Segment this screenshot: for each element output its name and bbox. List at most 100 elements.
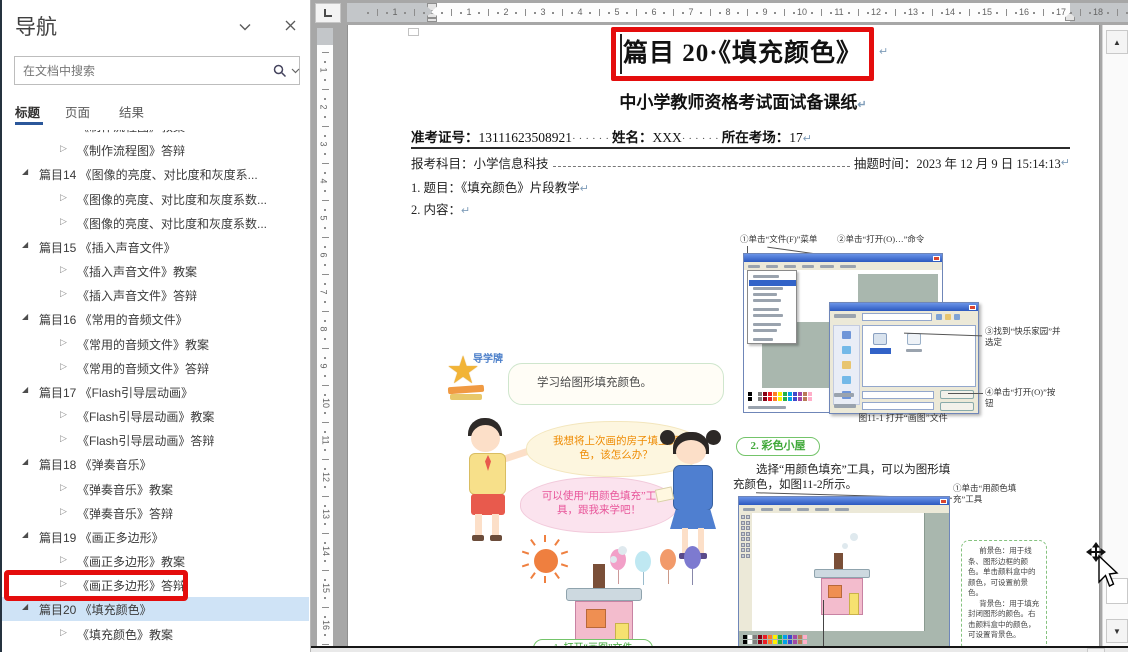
expand-triangle-icon[interactable]: ▷: [60, 554, 67, 565]
expand-triangle-icon[interactable]: ▷: [60, 288, 67, 299]
nav-tree-item[interactable]: ◢篇目16 《常用的音频文件》: [2, 307, 309, 331]
illegible-text-smudge: [815, 508, 829, 511]
nav-item-label: 篇目19 《画正多边形》: [39, 529, 164, 546]
h-ruler-number: 17: [1056, 7, 1066, 17]
collapse-triangle-icon[interactable]: ◢: [22, 530, 28, 539]
nav-tree-item[interactable]: ▷《图像的亮度、对比度和灰度系数...: [2, 211, 309, 235]
nav-tree-item[interactable]: ▷ 《常用的音频文件》答辩: [2, 356, 309, 380]
nav-tree-item[interactable]: ▷《制作流程图》答辩: [2, 138, 309, 162]
selected-file-label: [870, 348, 891, 354]
h-ruler-tick: [534, 12, 536, 14]
v-ruler-number: 14: [321, 546, 331, 556]
paragraph-mark: ↵: [803, 133, 812, 145]
nav-tree-item[interactable]: ▷《常用的音频文件》教案: [2, 332, 309, 356]
expand-triangle-icon[interactable]: ▷: [60, 264, 67, 275]
nav-tree-item[interactable]: ▷《Flash引导层动画》教案: [2, 404, 309, 428]
document-page[interactable]: 篇目 20·《填充颜色》 ↵ 中小学教师资格考试面试备课纸↵ 准考证号：1311…: [347, 25, 1100, 652]
nav-tree-item[interactable]: ▷《Flash引导层动画》答辩: [2, 428, 309, 452]
expand-triangle-icon[interactable]: ▷: [60, 433, 67, 444]
h-ruler-tick: [460, 12, 462, 14]
expand-triangle-icon[interactable]: ▷: [60, 482, 67, 493]
paint2-canvas: [752, 513, 925, 631]
tab-results[interactable]: 结果: [119, 102, 144, 121]
nav-tree-item[interactable]: ▷《插入声音文件》答辩: [2, 283, 309, 307]
tab-pages[interactable]: 页面: [65, 102, 90, 121]
open-dialog: [829, 302, 979, 414]
nav-tree-item[interactable]: ▷《插入声音文件》教案: [2, 259, 309, 283]
balloon: [684, 546, 701, 569]
illegible-text-smudge: [753, 314, 783, 317]
nav-item-label: 《常用的音频文件》答辩: [77, 360, 209, 377]
nav-tree-item[interactable]: ▷《填充颜色》答辩: [2, 646, 309, 652]
illegible-text-smudge: [820, 265, 834, 268]
palette-color-swatch: [778, 392, 782, 396]
tab-stop-selector[interactable]: [315, 3, 341, 23]
v-ruler-tick: [324, 264, 326, 266]
h-ruler-tick: [478, 12, 480, 14]
content-line: 2. 内容：↵: [411, 199, 470, 218]
horizontal-ruler[interactable]: 1123456789101112131415161718: [347, 3, 1128, 22]
sun-ray: [554, 572, 560, 579]
tab-headings[interactable]: 标题: [15, 102, 40, 121]
ruler-page-width-region: [432, 3, 1070, 22]
boy-shoe: [490, 535, 502, 541]
nav-tree-item[interactable]: ◢篇目14 《图像的亮度、对比度和灰度系...: [2, 162, 309, 186]
left-indent-marker[interactable]: [427, 18, 437, 22]
expand-triangle-icon[interactable]: ▷: [60, 409, 67, 420]
expand-triangle-icon[interactable]: ▷: [60, 143, 67, 154]
expand-triangle-icon[interactable]: ▷: [60, 506, 67, 517]
v-ruler-tick: [324, 116, 326, 118]
house-window: [586, 609, 606, 628]
collapse-triangle-icon[interactable]: ◢: [22, 457, 28, 466]
expand-triangle-icon[interactable]: ▷: [60, 192, 67, 203]
expand-triangle-icon[interactable]: ▷: [60, 361, 67, 372]
fig1-callout-3: ③找到“快乐家园”并选定: [985, 326, 1063, 348]
sun-ray: [530, 572, 536, 579]
h-ruler-number: 1: [392, 7, 397, 17]
color-tip-box: 前景色：用于线条、图形边框的颜色。单击颜料盒中的颜色，可设置前景色。 背景色：用…: [961, 540, 1047, 652]
expand-triangle-icon[interactable]: ▷: [60, 216, 67, 227]
exam-info-line: 准考证号：13111623508921······姓名：XXX······所在考…: [411, 126, 1071, 146]
h-ruler-tick: [867, 12, 869, 14]
fig1-callout-1: ①单击“文件(F)”菜单: [740, 234, 840, 245]
boy-shoe: [472, 535, 484, 541]
nav-tree-item[interactable]: ▷《图像的亮度、对比度和灰度系数...: [2, 187, 309, 211]
scroll-down-button[interactable]: ▼: [1106, 619, 1128, 643]
collapse-triangle-icon[interactable]: ◢: [22, 312, 28, 321]
file-type-field: [862, 402, 934, 410]
nav-tree-item[interactable]: ▷《填充颜色》教案: [2, 622, 309, 646]
nav-tree-item[interactable]: ◢ 篇目19 《画正多边形》: [2, 525, 309, 549]
collapse-triangle-icon[interactable]: ◢: [22, 385, 28, 394]
file-icon: [873, 333, 887, 345]
nav-tree-item[interactable]: ▷《弹奏音乐》教案: [2, 477, 309, 501]
collapse-triangle-icon[interactable]: ◢: [22, 602, 28, 611]
h-ruler-number: 14: [945, 7, 955, 17]
collapse-triangle-icon[interactable]: ◢: [22, 240, 28, 249]
palette-color-swatch: [763, 397, 767, 401]
nav-tree-item[interactable]: ◢篇目15 《插入声音文件》: [2, 235, 309, 259]
file-name-field: [862, 391, 934, 399]
nav-tree-item[interactable]: ▷《弹奏音乐》答辩: [2, 501, 309, 525]
tool-icon: [746, 543, 750, 547]
scroll-up-button[interactable]: ▲: [1106, 30, 1128, 54]
nav-tree-item[interactable]: ◢篇目17 《Flash引导层动画》: [2, 380, 309, 404]
nav-pane-options-chevron-icon[interactable]: [234, 16, 256, 38]
collapse-triangle-icon[interactable]: ◢: [22, 167, 28, 176]
nav-tree-item[interactable]: ▷《制作流程图》教案: [2, 130, 309, 138]
h-ruler-tick: [885, 12, 887, 14]
search-icon[interactable]: [273, 64, 287, 78]
nav-pane-close-icon[interactable]: [279, 16, 301, 38]
expand-triangle-icon[interactable]: ▷: [60, 627, 67, 638]
palette-color-swatch: [768, 392, 772, 396]
v-ruler-tick: [324, 357, 326, 359]
vertical-ruler[interactable]: 12345678910111213141516: [317, 28, 333, 652]
palette-color-swatch: [778, 635, 782, 639]
h-ruler-tick: [608, 12, 610, 14]
expand-triangle-icon[interactable]: ▷: [60, 337, 67, 348]
search-input[interactable]: [23, 58, 253, 83]
fig1-caption: 图11-1 打开“画图”文件: [803, 411, 1003, 424]
file-menu-dropdown: [747, 270, 797, 344]
search-options-chevron-icon[interactable]: [291, 68, 300, 74]
nav-tree-item[interactable]: ◢篇目18 《弹奏音乐》: [2, 452, 309, 476]
h-ruler-tick: [552, 12, 554, 14]
